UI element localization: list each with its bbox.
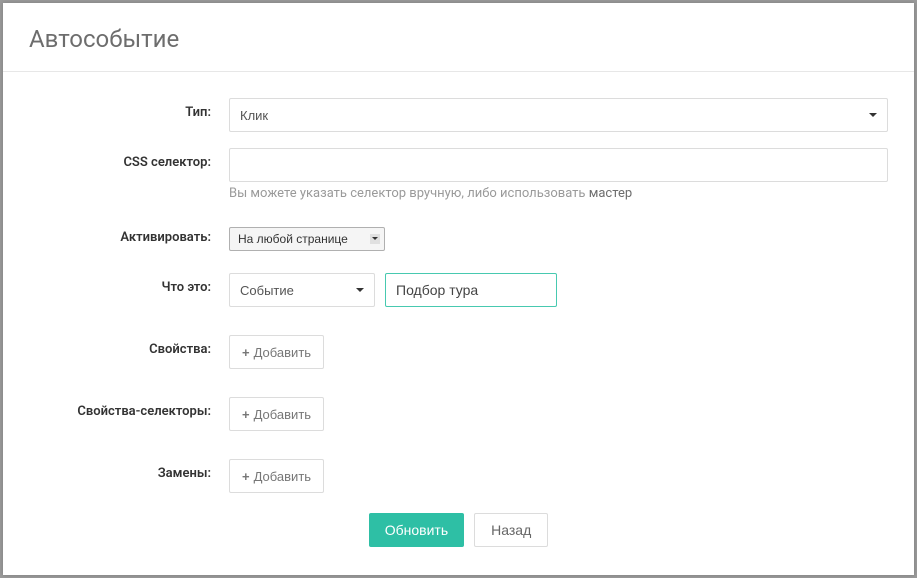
- add-property-button[interactable]: + Добавить: [229, 335, 324, 369]
- row-type: Тип: Клик: [29, 98, 888, 132]
- footer-actions: Обновить Назад: [29, 509, 888, 567]
- css-selector-helper: Вы можете указать селектор вручную, либо…: [229, 186, 888, 201]
- row-selector-properties: Свойства-селекторы: + Добавить: [29, 397, 888, 431]
- add-replacement-label: Добавить: [254, 469, 311, 484]
- row-properties: Свойства: + Добавить: [29, 335, 888, 369]
- wizard-link[interactable]: мастер: [589, 186, 632, 201]
- add-replacement-button[interactable]: + Добавить: [229, 459, 324, 493]
- label-activate: Активировать:: [29, 227, 229, 245]
- modal-header: Автособытие: [3, 3, 914, 72]
- plus-icon: +: [242, 469, 250, 484]
- what-is-kind-select[interactable]: Событие: [229, 273, 375, 307]
- add-selector-property-button[interactable]: + Добавить: [229, 397, 324, 431]
- label-properties: Свойства:: [29, 335, 229, 357]
- modal-body: Тип: Клик CSS селектор: Вы можете указат…: [3, 72, 914, 577]
- label-css-selector: CSS селектор:: [29, 148, 229, 170]
- label-replacements: Замены:: [29, 459, 229, 481]
- type-select[interactable]: Клик: [229, 98, 888, 132]
- what-is-name-input[interactable]: [385, 273, 557, 307]
- helper-text-prefix: Вы можете указать селектор вручную, либо…: [229, 186, 589, 201]
- row-replacements: Замены: + Добавить: [29, 459, 888, 493]
- label-type: Тип:: [29, 98, 229, 120]
- label-what-is: Что это:: [29, 273, 229, 295]
- row-activate: Активировать: На любой странице: [29, 227, 888, 251]
- add-property-label: Добавить: [254, 345, 311, 360]
- row-css-selector: CSS селектор: Вы можете указать селектор…: [29, 148, 888, 201]
- modal-title: Автособытие: [29, 25, 888, 53]
- autoevent-modal: Автособытие Тип: Клик CSS селектор: Вы м…: [3, 3, 914, 575]
- back-button[interactable]: Назад: [474, 513, 548, 547]
- activate-select[interactable]: На любой странице: [229, 227, 385, 251]
- update-button[interactable]: Обновить: [369, 513, 464, 547]
- add-selector-property-label: Добавить: [254, 407, 311, 422]
- plus-icon: +: [242, 407, 250, 422]
- plus-icon: +: [242, 345, 250, 360]
- label-selector-properties: Свойства-селекторы:: [29, 397, 229, 419]
- row-what-is: Что это: Событие: [29, 273, 888, 307]
- css-selector-input[interactable]: [229, 148, 888, 182]
